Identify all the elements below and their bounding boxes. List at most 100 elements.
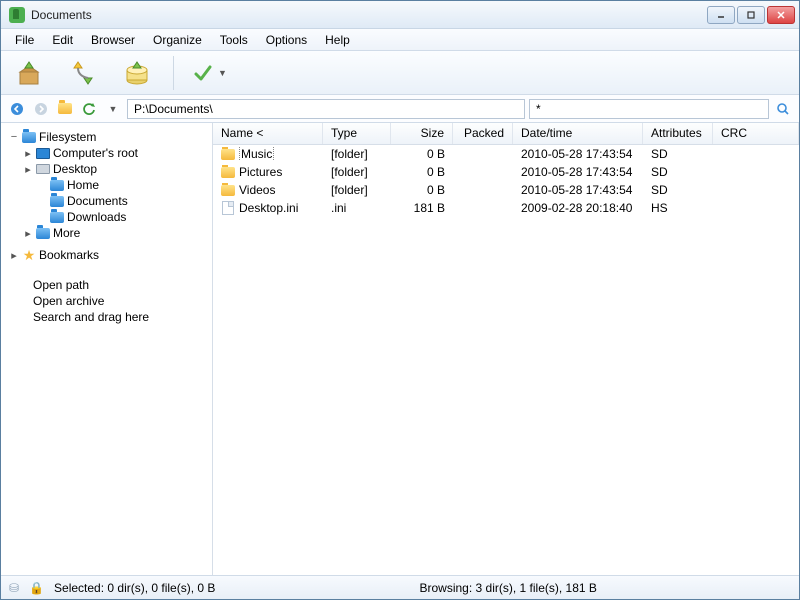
test-dropdown[interactable]: ▼ bbox=[192, 62, 227, 84]
tree-label: Filesystem bbox=[39, 130, 96, 144]
cell-type: [folder] bbox=[323, 147, 391, 161]
col-crc[interactable]: CRC bbox=[713, 123, 799, 144]
menu-help[interactable]: Help bbox=[317, 31, 358, 49]
tree-label: Home bbox=[67, 178, 99, 192]
window-title: Documents bbox=[31, 8, 707, 22]
folder-icon bbox=[50, 212, 64, 223]
cell-size: 181 B bbox=[391, 201, 453, 215]
close-button[interactable] bbox=[767, 6, 795, 24]
chevron-down-icon: ▼ bbox=[218, 68, 227, 78]
cell-name: Pictures bbox=[213, 165, 323, 179]
menu-organize[interactable]: Organize bbox=[145, 31, 210, 49]
col-packed[interactable]: Packed bbox=[453, 123, 513, 144]
cell-attr: SD bbox=[643, 147, 713, 161]
toolbar-separator bbox=[173, 56, 174, 90]
col-size[interactable]: Size bbox=[391, 123, 453, 144]
cell-type: [folder] bbox=[323, 165, 391, 179]
cell-name: Videos bbox=[213, 183, 323, 197]
tree-label: Computer's root bbox=[53, 146, 138, 160]
tree-filesystem[interactable]: −Filesystem bbox=[5, 129, 208, 145]
file-name: Videos bbox=[239, 183, 275, 197]
folder-icon bbox=[221, 149, 235, 160]
filter-input[interactable]: * bbox=[529, 99, 769, 119]
tree-documents[interactable]: Documents bbox=[5, 193, 208, 209]
maximize-button[interactable] bbox=[737, 6, 765, 24]
file-pane: Name < Type Size Packed Date/time Attrib… bbox=[213, 123, 799, 575]
navbar: ▼ P:\Documents\ * bbox=[1, 95, 799, 123]
folder-icon bbox=[221, 167, 235, 178]
nav-history-dropdown[interactable]: ▼ bbox=[103, 99, 123, 119]
folder-icon bbox=[50, 180, 64, 191]
status-browsing: Browsing: 3 dir(s), 1 file(s), 181 B bbox=[420, 581, 597, 595]
menubar: File Edit Browser Organize Tools Options… bbox=[1, 29, 799, 51]
lock-icon: 🔒 bbox=[29, 581, 44, 595]
filter-text: * bbox=[536, 102, 541, 116]
drive-icon bbox=[36, 164, 50, 174]
sidebar: −Filesystem ▸Computer's root ▸Desktop Ho… bbox=[1, 123, 213, 575]
cell-date: 2009-02-28 20:18:40 bbox=[513, 201, 643, 215]
tree-more[interactable]: ▸More bbox=[5, 225, 208, 241]
nav-up-button[interactable] bbox=[55, 99, 75, 119]
cell-date: 2010-05-28 17:43:54 bbox=[513, 147, 643, 161]
search-button[interactable] bbox=[773, 99, 793, 119]
file-list[interactable]: Music[folder]0 B2010-05-28 17:43:54SDPic… bbox=[213, 145, 799, 575]
file-row[interactable]: Pictures[folder]0 B2010-05-28 17:43:54SD bbox=[213, 163, 799, 181]
nav-refresh-button[interactable] bbox=[79, 99, 99, 119]
file-row[interactable]: Desktop.ini .ini181 B 2009-02-28 20:18:40H… bbox=[213, 199, 799, 217]
folder-icon bbox=[221, 185, 235, 196]
cell-attr: HS bbox=[643, 201, 713, 215]
extract-button[interactable] bbox=[11, 55, 47, 91]
menu-tools[interactable]: Tools bbox=[212, 31, 256, 49]
path-input[interactable]: P:\Documents\ bbox=[127, 99, 525, 119]
menu-edit[interactable]: Edit bbox=[44, 31, 81, 49]
file-name: Desktop.ini bbox=[239, 201, 298, 215]
col-name[interactable]: Name < bbox=[213, 123, 323, 144]
col-type[interactable]: Type bbox=[323, 123, 391, 144]
action-open-archive[interactable]: Open archive bbox=[33, 293, 208, 309]
col-attr[interactable]: Attributes bbox=[643, 123, 713, 144]
folder-icon bbox=[58, 103, 72, 114]
add-archive-button[interactable] bbox=[119, 55, 155, 91]
disk-icon: ⛁ bbox=[9, 581, 19, 595]
cell-attr: SD bbox=[643, 165, 713, 179]
cell-size: 0 B bbox=[391, 165, 453, 179]
monitor-icon bbox=[36, 148, 50, 159]
titlebar: Documents bbox=[1, 1, 799, 29]
app-window: Documents File Edit Browser Organize Too… bbox=[0, 0, 800, 600]
star-icon: ★ bbox=[22, 248, 36, 262]
path-text: P:\Documents\ bbox=[134, 102, 213, 116]
file-name: Pictures bbox=[239, 165, 282, 179]
tree-label: Desktop bbox=[53, 162, 97, 176]
menu-file[interactable]: File bbox=[7, 31, 42, 49]
cell-name: Music bbox=[213, 147, 323, 161]
tree-bookmarks[interactable]: ▸★Bookmarks bbox=[5, 247, 208, 263]
cell-type: .ini bbox=[323, 201, 391, 215]
tree-label: More bbox=[53, 226, 80, 240]
file-icon bbox=[222, 201, 234, 215]
folder-icon bbox=[22, 132, 36, 143]
menu-browser[interactable]: Browser bbox=[83, 31, 143, 49]
cell-attr: SD bbox=[643, 183, 713, 197]
nav-forward-button[interactable] bbox=[31, 99, 51, 119]
cell-size: 0 B bbox=[391, 183, 453, 197]
convert-button[interactable] bbox=[65, 55, 101, 91]
tree-desktop[interactable]: ▸Desktop bbox=[5, 161, 208, 177]
action-open-path[interactable]: Open path bbox=[33, 277, 208, 293]
tree-label: Downloads bbox=[67, 210, 126, 224]
statusbar: ⛁ 🔒 Selected: 0 dir(s), 0 file(s), 0 B B… bbox=[1, 575, 799, 599]
cell-date: 2010-05-28 17:43:54 bbox=[513, 183, 643, 197]
tree-computers-root[interactable]: ▸Computer's root bbox=[5, 145, 208, 161]
cell-size: 0 B bbox=[391, 147, 453, 161]
tree-downloads[interactable]: Downloads bbox=[5, 209, 208, 225]
action-search-drag[interactable]: Search and drag here bbox=[33, 309, 208, 325]
col-date[interactable]: Date/time bbox=[513, 123, 643, 144]
tree-home[interactable]: Home bbox=[5, 177, 208, 193]
file-row[interactable]: Music[folder]0 B 2010-05-28 17:43:54SD bbox=[213, 145, 799, 163]
tree-label: Documents bbox=[67, 194, 128, 208]
folder-icon bbox=[36, 228, 50, 239]
menu-options[interactable]: Options bbox=[258, 31, 315, 49]
minimize-button[interactable] bbox=[707, 6, 735, 24]
column-headers: Name < Type Size Packed Date/time Attrib… bbox=[213, 123, 799, 145]
file-row[interactable]: Videos[folder]0 B2010-05-28 17:43:54SD bbox=[213, 181, 799, 199]
nav-back-button[interactable] bbox=[7, 99, 27, 119]
